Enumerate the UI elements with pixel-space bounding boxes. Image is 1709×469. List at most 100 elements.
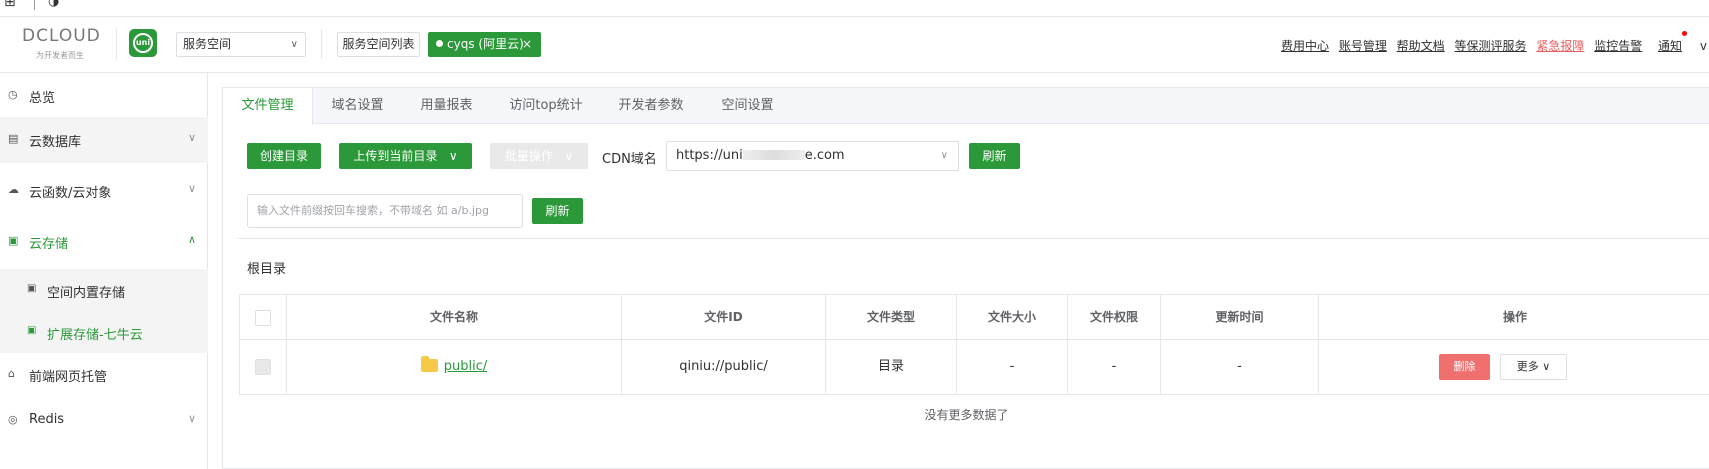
- service-space-list-button[interactable]: 服务空间列表: [337, 32, 420, 57]
- sidebar-subitem-builtin-storage[interactable]: ▣ 空间内置存储: [0, 269, 208, 311]
- sidebar: ◷ 总览 ▤ 云数据库 ∨ ☁ 云函数/云对象 ∨ ▣ 云存储 ∧ ▣ 空间内置…: [0, 73, 208, 469]
- dashboard-icon: ◷: [8, 88, 18, 101]
- divider: [238, 238, 1709, 239]
- chevron-down-icon: ∨: [187, 131, 196, 144]
- tab-top-access-stats[interactable]: 访问top统计: [491, 88, 601, 124]
- sidebar-item-database[interactable]: ▤ 云数据库 ∨: [0, 117, 208, 163]
- folder-icon: [420, 356, 438, 372]
- batch-button-label: 批量操作: [504, 149, 553, 163]
- table-cell-permission: -: [1068, 340, 1161, 394]
- tab-domain-settings[interactable]: 域名设置: [313, 88, 402, 124]
- divider: [116, 29, 117, 59]
- chevron-down-icon: ∨: [187, 412, 196, 425]
- os-taskbar: ⊞ ◑: [0, 0, 1709, 17]
- select-all-checkbox[interactable]: [255, 309, 271, 326]
- tab-space-settings[interactable]: 空间设置: [701, 88, 794, 124]
- link-billing[interactable]: 费用中心: [1281, 37, 1329, 54]
- link-account[interactable]: 账号管理: [1339, 37, 1387, 54]
- delete-button[interactable]: 删除: [1439, 354, 1490, 380]
- row-checkbox[interactable]: [255, 358, 271, 375]
- browser-icon[interactable]: ◑: [48, 0, 59, 9]
- file-prefix-search-input[interactable]: 输入文件前缀按回车搜索，不带域名 如 a/b.jpg: [247, 194, 523, 228]
- chevron-down-icon: ∨: [940, 150, 948, 161]
- chevron-down-icon: ∨: [290, 39, 298, 50]
- chevron-up-icon: ∧: [187, 233, 196, 246]
- more-button-label: 更多: [1516, 360, 1539, 373]
- batch-actions-button: 批量操作 ∨: [490, 143, 588, 169]
- sidebar-subitem-label: 扩展存储-七牛云: [47, 328, 143, 343]
- column-header-file-id[interactable]: 文件ID: [622, 295, 826, 340]
- logo-text: DCLOUD: [22, 26, 101, 46]
- uni-cloud-logo[interactable]: uni: [129, 29, 157, 57]
- cdn-domain-label: CDN域名: [602, 152, 657, 167]
- notifications-link[interactable]: 通知: [1652, 31, 1688, 54]
- refresh-cdn-button[interactable]: 刷新: [969, 143, 1020, 169]
- top-links: 费用中心 账号管理 帮助文档 等保测评服务 紧急报障 监控告警 通知 v: [1275, 31, 1709, 55]
- sidebar-item-cloud-storage[interactable]: ▣ 云存储 ∧: [0, 219, 208, 265]
- table-cell-size: -: [957, 340, 1068, 394]
- column-header-size[interactable]: 文件大小: [957, 295, 1068, 340]
- redis-icon: ◎: [8, 413, 18, 426]
- chevron-down-icon: ∨: [187, 182, 196, 195]
- close-icon[interactable]: ×: [522, 32, 532, 57]
- row-select-cell: [240, 340, 287, 394]
- column-header-permission[interactable]: 文件权限: [1068, 295, 1161, 340]
- column-header-type[interactable]: 文件类型: [826, 295, 957, 340]
- sidebar-item-redis[interactable]: ◎ Redis ∨: [0, 398, 208, 444]
- apps-icon[interactable]: ⊞: [4, 0, 16, 10]
- sidebar-item-overview[interactable]: ◷ 总览: [0, 73, 208, 119]
- cdn-domain-suffix: e.com: [804, 148, 845, 163]
- sidebar-item-label: 云数据库: [29, 135, 82, 150]
- tab-bar: 文件管理 域名设置 用量报表 访问top统计 开发者参数 空间设置: [223, 88, 1709, 125]
- folder-link[interactable]: public/: [444, 359, 488, 374]
- main-panel: 文件管理 域名设置 用量报表 访问top统计 开发者参数 空间设置 创建目录 上…: [222, 87, 1709, 469]
- select-all-cell: [240, 295, 287, 340]
- tab-developer-params[interactable]: 开发者参数: [601, 88, 701, 124]
- database-icon: ▤: [8, 132, 19, 145]
- sidebar-subitem-label: 空间内置存储: [47, 286, 126, 301]
- redacted-text: [742, 150, 805, 160]
- divider: [34, 0, 35, 10]
- cdn-domain-prefix: https://uni: [676, 148, 743, 163]
- hosting-icon: ⌂: [8, 367, 15, 380]
- top-header: DCLOUD 为开发者而生 uni 服务空间 ∨ 服务空间列表 cyqs (阿里…: [0, 17, 1709, 73]
- tab-file-management[interactable]: 文件管理: [223, 88, 313, 125]
- chevron-down-icon: ∨: [448, 149, 458, 163]
- sidebar-item-label: 云函数/云对象: [29, 186, 112, 201]
- user-menu[interactable]: v: [1700, 39, 1707, 53]
- link-emergency-report[interactable]: 紧急报障: [1536, 37, 1584, 54]
- sidebar-item-label: Redis: [29, 412, 65, 427]
- upload-button-label: 上传到当前目录: [353, 149, 438, 163]
- chevron-down-icon: ∨: [564, 149, 574, 163]
- link-security-assessment[interactable]: 等保测评服务: [1455, 37, 1527, 54]
- column-header-updated[interactable]: 更新时间: [1161, 295, 1319, 340]
- link-help-docs[interactable]: 帮助文档: [1397, 37, 1445, 54]
- upload-to-current-dir-button[interactable]: 上传到当前目录 ∨: [339, 143, 472, 169]
- active-space-tag[interactable]: cyqs (阿里云) ×: [428, 32, 541, 57]
- notifications-label: 通知: [1658, 39, 1683, 53]
- disk-icon: ▣: [27, 325, 37, 336]
- create-directory-button[interactable]: 创建目录: [247, 143, 321, 169]
- service-space-select[interactable]: 服务空间 ∨: [176, 32, 306, 57]
- storage-icon: ▣: [8, 234, 19, 247]
- refresh-search-button[interactable]: 刷新: [532, 198, 583, 224]
- sidebar-item-web-hosting[interactable]: ⌂ 前端网页托管: [0, 352, 208, 398]
- breadcrumb[interactable]: 根目录: [247, 258, 286, 277]
- column-header-actions: 操作: [1319, 295, 1709, 340]
- dcloud-logo[interactable]: DCLOUD 为开发者而生: [22, 26, 108, 62]
- table-cell-name: public/: [287, 340, 622, 394]
- cdn-domain-select[interactable]: https://uni e.com ∨: [666, 141, 959, 171]
- tab-usage-report[interactable]: 用量报表: [402, 88, 491, 124]
- cloud-icon: ☁: [8, 183, 19, 196]
- sidebar-subitem-qiniu-storage[interactable]: ▣ 扩展存储-七牛云: [0, 311, 208, 353]
- unread-dot-icon: [1682, 31, 1688, 36]
- more-actions-button[interactable]: 更多 ∨: [1500, 354, 1567, 380]
- table-cell-file-id: qiniu://public/: [622, 340, 826, 394]
- disk-icon: ▣: [27, 283, 37, 294]
- active-space-label: cyqs (阿里云): [447, 37, 524, 51]
- uni-badge-text: uni: [135, 38, 151, 47]
- sidebar-item-cloud-functions[interactable]: ☁ 云函数/云对象 ∨: [0, 168, 208, 214]
- column-header-name[interactable]: 文件名称: [287, 295, 622, 340]
- file-table: 文件名称 文件ID 文件类型 文件大小 文件权限 更新时间 操作 public/…: [239, 294, 1709, 395]
- link-monitor-alerts[interactable]: 监控告警: [1594, 37, 1642, 54]
